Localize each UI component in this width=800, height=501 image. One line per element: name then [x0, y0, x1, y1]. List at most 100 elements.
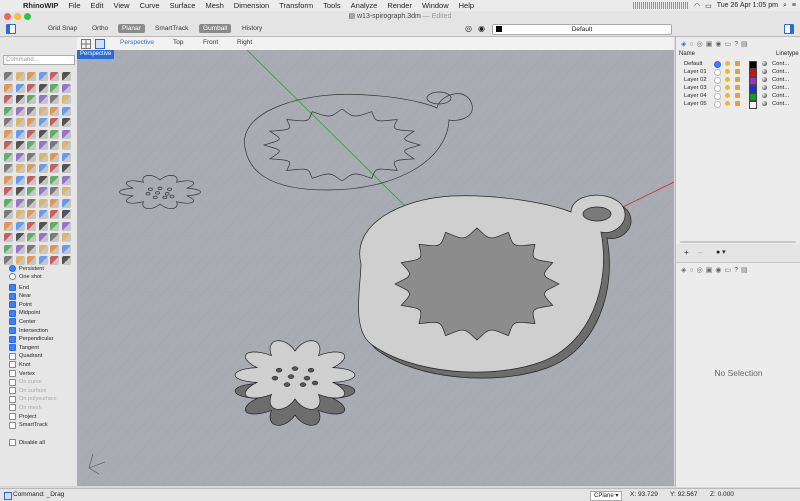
revolve-tool-icon[interactable]: [15, 256, 25, 265]
layers-scrollbar[interactable]: [680, 241, 796, 243]
osnap-item-smarttrack[interactable]: SmartTrack: [9, 421, 48, 429]
trim-tool-icon[interactable]: [50, 106, 59, 116]
cylinder-tool-icon[interactable]: [4, 95, 13, 104]
project-tool-icon[interactable]: [38, 129, 48, 139]
layer-row[interactable]: Layer 03 Cont...: [676, 84, 800, 93]
osnap-item-center[interactable]: Center: [9, 318, 36, 326]
cone-tool-icon[interactable]: [15, 95, 25, 104]
current-layer-radio[interactable]: [714, 85, 721, 92]
layer-row[interactable]: Layer 01 Cont...: [676, 68, 800, 77]
scale-tool-icon[interactable]: [61, 118, 71, 127]
current-layer-radio[interactable]: [714, 61, 721, 68]
sidebar-toggle-icon[interactable]: [6, 24, 16, 34]
list-icon[interactable]: ≡: [792, 2, 796, 9]
osnap-item-on-curve[interactable]: On curve: [9, 378, 42, 386]
extrude-tool-icon[interactable]: [38, 95, 48, 104]
dimension-tool-icon[interactable]: [15, 141, 25, 150]
menu-transform[interactable]: Transform: [274, 0, 318, 11]
sweep-tool-icon[interactable]: [50, 175, 59, 185]
menu-analyze[interactable]: Analyze: [346, 0, 383, 11]
tab-perspective[interactable]: Perspective: [120, 39, 154, 46]
rectangle-tool-icon[interactable]: [4, 164, 13, 173]
tab-front[interactable]: Front: [203, 39, 218, 46]
sweep-tool-icon[interactable]: [4, 106, 13, 116]
mirror-tool-icon[interactable]: [4, 129, 13, 139]
grid-snap-toggle[interactable]: Grid Snap: [44, 24, 81, 33]
osnap-checkbox[interactable]: [9, 309, 16, 317]
sphere-tool-icon[interactable]: [15, 244, 25, 254]
mirror-tool-icon[interactable]: [50, 198, 59, 208]
group-tool-icon[interactable]: [15, 221, 25, 231]
circle-tool-icon[interactable]: [15, 233, 25, 242]
zoom-window-icon[interactable]: [24, 13, 31, 20]
rotate-tool-icon[interactable]: [50, 118, 59, 127]
visibility-bulb-icon[interactable]: [725, 93, 730, 98]
current-layer-radio[interactable]: [714, 101, 721, 108]
polygon-tool-icon[interactable]: [15, 164, 25, 173]
layer-linetype[interactable]: Cont...: [772, 68, 789, 76]
visibility-bulb-icon[interactable]: [725, 77, 730, 82]
osnap-item-point[interactable]: Point: [9, 301, 32, 309]
group-tool-icon[interactable]: [38, 141, 48, 150]
add-layer-button[interactable]: +: [684, 248, 689, 257]
project-tool-icon[interactable]: [15, 210, 25, 219]
layer-row[interactable]: Layer 04 Cont...: [676, 92, 800, 101]
sweep-tool-icon[interactable]: [27, 256, 36, 265]
osnap-checkbox[interactable]: [9, 301, 16, 309]
notes-tab-icon[interactable]: ▤: [741, 41, 751, 48]
layer-linetype[interactable]: Cont...: [772, 60, 789, 68]
layer-tool-icon[interactable]: [4, 141, 13, 150]
osnap-checkbox[interactable]: [9, 318, 16, 326]
current-layer-radio[interactable]: [714, 69, 721, 76]
display-tab-icon[interactable]: ▭: [724, 41, 734, 48]
select-tool-icon[interactable]: [50, 141, 59, 150]
planar-toggle[interactable]: Planar: [118, 24, 145, 33]
osnap-item-knot[interactable]: Knot: [9, 361, 31, 369]
offset-tool-icon[interactable]: [4, 210, 13, 219]
render-tool-icon[interactable]: [38, 210, 48, 219]
sphere-tool-icon[interactable]: [38, 164, 48, 173]
osnap-checkbox[interactable]: [9, 395, 16, 403]
boolean-tool-icon[interactable]: [15, 106, 25, 116]
command-input[interactable]: Command...: [3, 55, 75, 65]
render-tool-icon[interactable]: [61, 129, 71, 139]
menu-mesh[interactable]: Mesh: [200, 0, 228, 11]
layer-name[interactable]: Default: [684, 60, 702, 68]
battery-icon[interactable]: ▭: [705, 2, 712, 10]
polyline-tool-icon[interactable]: [38, 72, 48, 81]
menu-surface[interactable]: Surface: [165, 0, 201, 11]
osnap-item-on-mesh[interactable]: On mesh: [9, 404, 42, 412]
menu-help[interactable]: Help: [454, 0, 479, 11]
point-tool-icon[interactable]: [15, 72, 25, 81]
layer-linetype[interactable]: Cont...: [772, 92, 789, 100]
osnap-checkbox[interactable]: [9, 378, 16, 386]
notes-tab-icon[interactable]: ▤: [741, 267, 751, 274]
surface-tool-icon[interactable]: [27, 95, 36, 104]
layer-tool-icon[interactable]: [50, 210, 59, 219]
menu-curve[interactable]: Curve: [135, 0, 165, 11]
render-tab-icon[interactable]: ◎: [697, 267, 706, 274]
smarttrack-toggle[interactable]: SmartTrack: [151, 24, 192, 33]
osnap-checkbox[interactable]: [9, 413, 16, 420]
camera-tab-icon[interactable]: ▣: [706, 267, 716, 274]
move-tool-icon[interactable]: [4, 198, 13, 208]
panel-toggle-icon[interactable]: [784, 24, 794, 34]
menu-app[interactable]: RhinoWIP: [18, 0, 63, 11]
menu-view[interactable]: View: [108, 0, 134, 11]
visibility-bulb-icon[interactable]: [725, 101, 730, 106]
osnap-one-shot[interactable]: One shot: [9, 273, 42, 280]
search-icon[interactable]: ⌕: [783, 2, 787, 10]
lock-icon[interactable]: [735, 85, 740, 90]
menu-render[interactable]: Render: [382, 0, 417, 11]
history-toggle[interactable]: History: [238, 24, 266, 33]
copy-tool-icon[interactable]: [15, 198, 25, 208]
explode-tool-icon[interactable]: [15, 118, 25, 127]
scene-canvas[interactable]: [77, 50, 674, 486]
rectangle-tool-icon[interactable]: [27, 83, 36, 93]
chamfer-tool-icon[interactable]: [61, 256, 71, 265]
lock-icon[interactable]: [735, 93, 740, 98]
command-history[interactable]: Command: _Drag: [13, 489, 64, 501]
array-tool-icon[interactable]: [61, 198, 71, 208]
material-sphere-icon[interactable]: [762, 85, 767, 90]
join-tool-icon[interactable]: [50, 187, 59, 196]
